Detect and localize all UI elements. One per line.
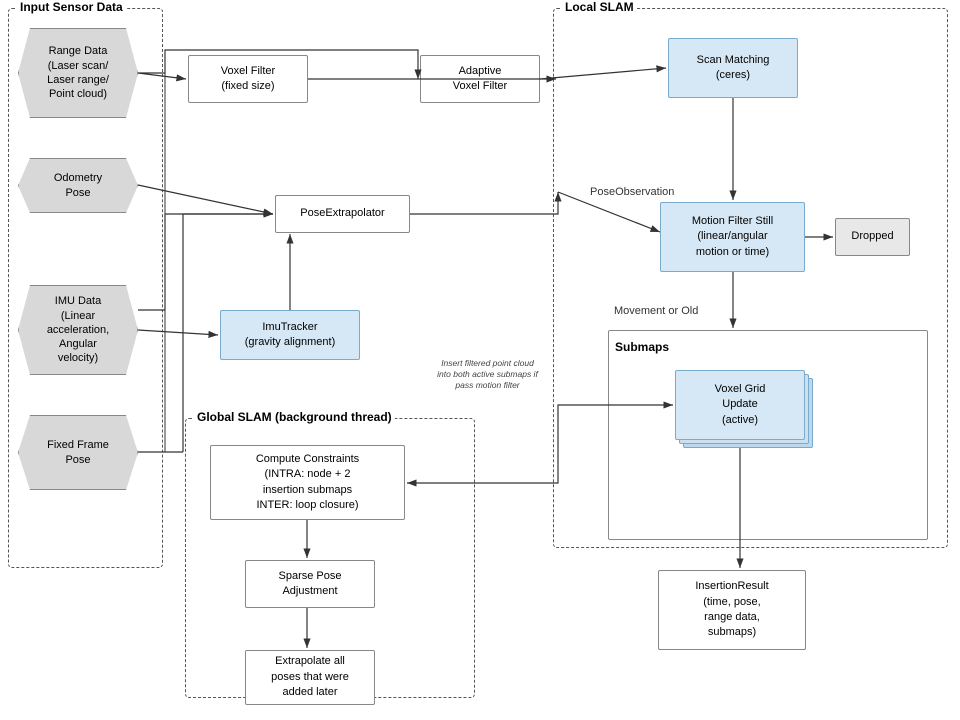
- imu-tracker-node: ImuTracker (gravity alignment): [220, 310, 360, 360]
- dropped-node: Dropped: [835, 218, 910, 256]
- movement-or-old-label: Movement or Old: [614, 305, 698, 317]
- motion-filter-node: Motion Filter Still (linear/angular moti…: [660, 202, 805, 272]
- extrapolate-poses-node: Extrapolate all poses that were added la…: [245, 650, 375, 705]
- fixed-frame-pose-node: Fixed Frame Pose: [18, 415, 138, 490]
- range-data-node: Range Data (Laser scan/ Laser range/ Poi…: [18, 28, 138, 118]
- insert-filtered-label: Insert filtered point cloudinto both act…: [430, 358, 545, 391]
- odometry-pose-node: Odometry Pose: [18, 158, 138, 213]
- pose-observation-label: PoseObservation: [590, 186, 674, 198]
- local-slam-label: Local SLAM: [562, 0, 637, 14]
- voxel-grid-node: Voxel Grid Update (active): [675, 370, 805, 440]
- input-sensor-label: Input Sensor Data: [17, 0, 126, 14]
- scan-matching-node: Scan Matching (ceres): [668, 38, 798, 98]
- main-container: Input Sensor Data Local SLAM Global SLAM…: [0, 0, 960, 720]
- pose-extrapolator-node: PoseExtrapolator: [275, 195, 410, 233]
- insertion-result-node: InsertionResult (time, pose, range data,…: [658, 570, 806, 650]
- voxel-filter-node: Voxel Filter (fixed size): [188, 55, 308, 103]
- adaptive-voxel-filter-node: Adaptive Voxel Filter: [420, 55, 540, 103]
- sparse-pose-node: Sparse Pose Adjustment: [245, 560, 375, 608]
- imu-data-node: IMU Data (Linear acceleration, Angular v…: [18, 285, 138, 375]
- compute-constraints-node: Compute Constraints (INTRA: node + 2 ins…: [210, 445, 405, 520]
- global-slam-label: Global SLAM (background thread): [194, 410, 395, 424]
